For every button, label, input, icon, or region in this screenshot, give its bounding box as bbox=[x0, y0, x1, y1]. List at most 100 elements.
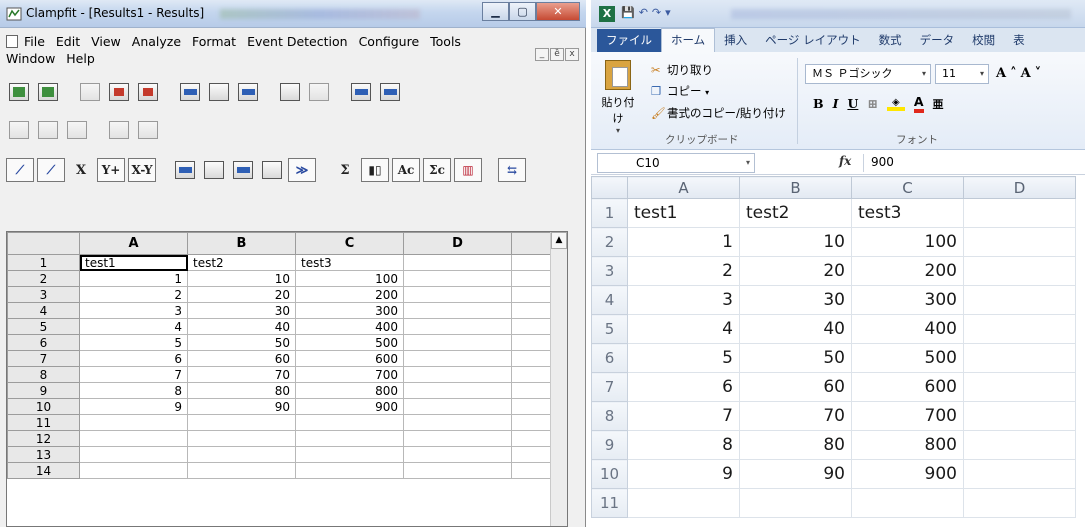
cell-d[interactable] bbox=[963, 256, 1076, 286]
menu-analyze[interactable]: Analyze bbox=[132, 34, 181, 49]
open-layout-button[interactable] bbox=[135, 79, 161, 105]
transfer-button[interactable]: ⇆ bbox=[498, 158, 526, 182]
grid-corner[interactable] bbox=[7, 232, 80, 255]
cell-d[interactable] bbox=[963, 401, 1076, 431]
column-header-a[interactable]: A bbox=[79, 232, 188, 255]
cell-a[interactable]: 2 bbox=[79, 286, 188, 303]
cell-d[interactable] bbox=[963, 372, 1076, 402]
cell-b[interactable]: 70 bbox=[739, 401, 852, 431]
paste-button[interactable] bbox=[306, 79, 332, 105]
window-4-button[interactable] bbox=[106, 117, 132, 143]
cell-d[interactable] bbox=[963, 343, 1076, 373]
cell-b[interactable] bbox=[739, 488, 852, 518]
row-header[interactable]: 1 bbox=[591, 198, 628, 228]
cell-b[interactable] bbox=[187, 446, 296, 463]
cell-b[interactable] bbox=[187, 462, 296, 479]
window-5-button[interactable] bbox=[135, 117, 161, 143]
copy-button[interactable] bbox=[277, 79, 303, 105]
cell-b[interactable]: 80 bbox=[739, 430, 852, 460]
cell-a[interactable]: 9 bbox=[79, 398, 188, 415]
scroll-up-button[interactable]: ▲ bbox=[551, 232, 567, 249]
cell-a[interactable]: test1 bbox=[627, 198, 740, 228]
cell-c[interactable]: 200 bbox=[851, 256, 964, 286]
cell-b[interactable]: 40 bbox=[739, 314, 852, 344]
x-column-button[interactable]: X bbox=[68, 157, 94, 183]
cell-c[interactable]: 600 bbox=[295, 350, 404, 367]
statistics-button[interactable]: ▮▯ bbox=[361, 158, 389, 182]
row-header[interactable]: 3 bbox=[591, 256, 628, 286]
column-header-d[interactable]: D bbox=[963, 176, 1076, 199]
fill-button[interactable] bbox=[259, 157, 285, 183]
y-plus-button[interactable]: Y+ bbox=[97, 158, 125, 182]
cell-b[interactable]: 60 bbox=[739, 372, 852, 402]
cell-e[interactable] bbox=[511, 382, 554, 399]
mdi-restore-button[interactable]: ȅ bbox=[550, 48, 564, 61]
print-preview-button[interactable] bbox=[235, 79, 261, 105]
column-header-a[interactable]: A bbox=[627, 176, 740, 199]
cell-d[interactable] bbox=[963, 198, 1076, 228]
cell-e[interactable] bbox=[511, 286, 554, 303]
italic-button[interactable]: I bbox=[833, 96, 839, 111]
cell-a[interactable]: 5 bbox=[627, 343, 740, 373]
cell-c[interactable]: 500 bbox=[851, 343, 964, 373]
menu-file[interactable]: File bbox=[24, 34, 45, 49]
tile-vertical-button[interactable] bbox=[348, 79, 374, 105]
chart-wizard-button[interactable]: ≫ bbox=[288, 158, 316, 182]
cell-c[interactable]: 200 bbox=[295, 286, 404, 303]
a-c-button[interactable]: Ac bbox=[392, 158, 420, 182]
cell-b[interactable]: 40 bbox=[187, 318, 296, 335]
window-3-button[interactable] bbox=[64, 117, 90, 143]
cell-b[interactable]: 60 bbox=[187, 350, 296, 367]
menu-edit[interactable]: Edit bbox=[56, 34, 80, 49]
cell-a[interactable] bbox=[627, 488, 740, 518]
cell-d[interactable] bbox=[403, 398, 512, 415]
cell-c[interactable]: 800 bbox=[295, 382, 404, 399]
select-all-corner[interactable] bbox=[591, 176, 628, 199]
column-header-b[interactable]: B bbox=[739, 176, 852, 199]
sum-button[interactable]: Σ bbox=[332, 157, 358, 183]
open-another-button[interactable] bbox=[35, 79, 61, 105]
cell-d[interactable] bbox=[403, 462, 512, 479]
cell-a[interactable] bbox=[79, 414, 188, 431]
open-protocol-button[interactable] bbox=[77, 79, 103, 105]
cell-d[interactable] bbox=[963, 488, 1076, 518]
cell-c[interactable]: 800 bbox=[851, 430, 964, 460]
cell-d[interactable] bbox=[403, 430, 512, 447]
cell-a[interactable]: 5 bbox=[79, 334, 188, 351]
row-header[interactable]: 6 bbox=[7, 334, 80, 351]
name-box[interactable]: C10 ▾ bbox=[597, 153, 755, 173]
cell-c[interactable]: test3 bbox=[851, 198, 964, 228]
cell-e[interactable] bbox=[511, 462, 554, 479]
cell-e[interactable] bbox=[511, 254, 554, 271]
cell-a[interactable] bbox=[79, 430, 188, 447]
cell-a[interactable]: 8 bbox=[627, 430, 740, 460]
row-header[interactable]: 7 bbox=[591, 372, 628, 402]
column-header-e[interactable] bbox=[511, 232, 554, 255]
menu-view[interactable]: View bbox=[91, 34, 121, 49]
cell-e[interactable] bbox=[511, 318, 554, 335]
tab-home[interactable]: ホーム bbox=[661, 28, 716, 52]
cell-c[interactable]: 400 bbox=[851, 314, 964, 344]
cell-c[interactable]: 300 bbox=[295, 302, 404, 319]
cell-d[interactable] bbox=[403, 334, 512, 351]
vertical-scrollbar[interactable]: ▲ bbox=[550, 232, 567, 526]
cell-c[interactable] bbox=[851, 488, 964, 518]
cell-a[interactable]: 4 bbox=[79, 318, 188, 335]
row-header[interactable]: 1 bbox=[7, 254, 80, 271]
cell-c[interactable]: test3 bbox=[295, 254, 404, 271]
format-painter-button[interactable]: 🖌書式のコピー/貼り付け bbox=[651, 103, 786, 124]
mdi-close-button[interactable]: x bbox=[565, 48, 579, 61]
cell-e[interactable] bbox=[511, 334, 554, 351]
line-graph-button[interactable]: ⟋ bbox=[6, 158, 34, 182]
row-header[interactable]: 4 bbox=[591, 285, 628, 315]
open-results-button[interactable] bbox=[106, 79, 132, 105]
tab-data[interactable]: データ bbox=[911, 29, 964, 52]
menu-event-detection[interactable]: Event Detection bbox=[247, 34, 348, 49]
row-header[interactable]: 5 bbox=[7, 318, 80, 335]
bold-button[interactable]: B bbox=[813, 96, 824, 111]
cell-b[interactable]: 10 bbox=[739, 227, 852, 257]
cell-c[interactable]: 100 bbox=[295, 270, 404, 287]
clampfit-results-grid[interactable]: A B C D 1 test1 test2 test3 2 1 10 100 3 2 20 200 4 3… bbox=[6, 231, 568, 527]
tab-page-layout[interactable]: ページ レイアウト bbox=[756, 29, 869, 52]
row-header[interactable]: 4 bbox=[7, 302, 80, 319]
